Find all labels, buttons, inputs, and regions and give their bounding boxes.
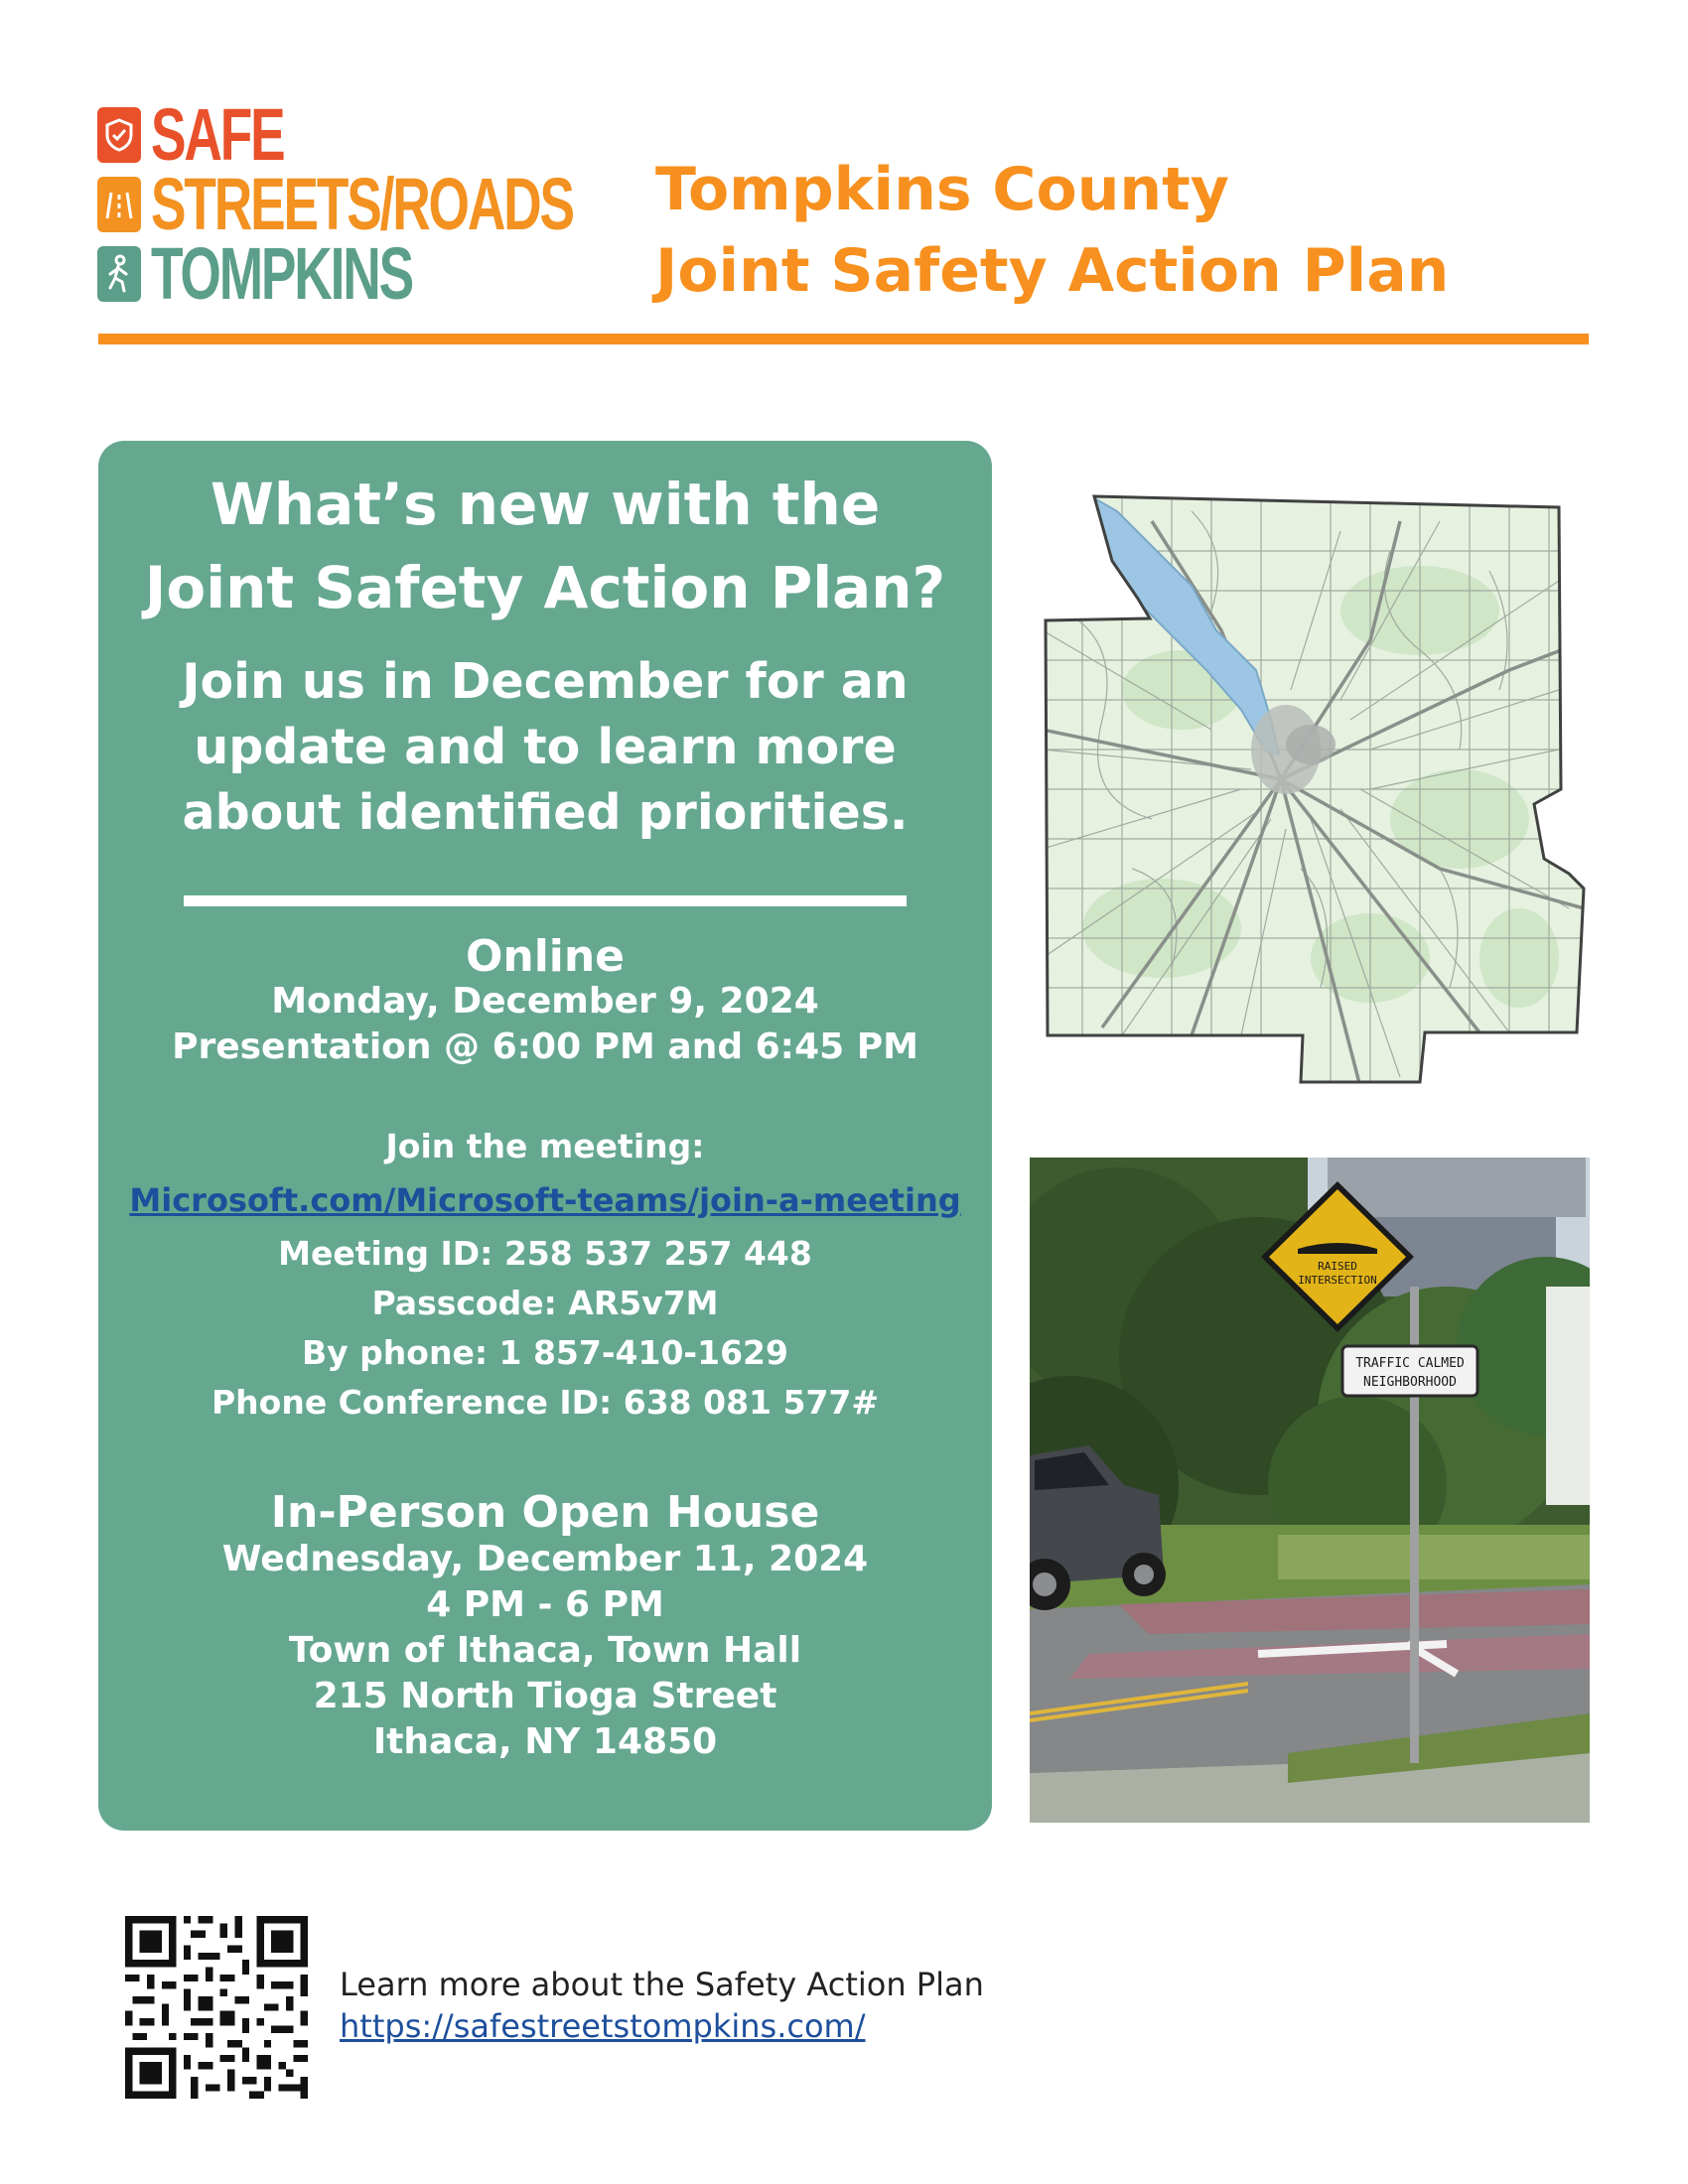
logo-row-tompkins: TOMPKINS [97, 232, 513, 315]
sign-text-neighborhood: NEIGHBORHOOD [1363, 1375, 1457, 1390]
card-title-line-1: What’s new with the [210, 471, 881, 538]
footer-description: Learn more about the Safety Action Plan [340, 1966, 984, 2003]
card-title-line-2: Joint Safety Action Plan? [144, 554, 946, 621]
card-subtitle: Join us in December for an update and to… [98, 649, 992, 846]
logo-word-streets-roads: STREETS/ROADS [151, 163, 575, 245]
card-divider [184, 895, 907, 906]
sign-text-traffic-calmed: TRAFFIC CALMED [1355, 1356, 1465, 1371]
meeting-link-row: Microsoft.com/Microsoft-teams/join-a-mee… [98, 1175, 992, 1225]
traffic-calming-photo: RAISED INTERSECTION TRAFFIC CALMED NEIGH… [1030, 1158, 1590, 1823]
online-time: Presentation @ 6:00 PM and 6:45 PM [172, 1026, 918, 1067]
footer-info: Learn more about the Safety Action Plan … [340, 1964, 984, 2047]
phone-number: By phone: 1 857-410-1629 [302, 1333, 788, 1372]
online-heading: Online [465, 931, 626, 982]
teams-meeting-link[interactable]: Microsoft.com/Microsoft-teams/join-a-mee… [129, 1181, 960, 1219]
page-title-line-1: Tompkins County [655, 155, 1229, 224]
event-info-card: What’s new with the Joint Safety Action … [98, 441, 992, 1831]
logo-word-safe: SAFE [151, 93, 286, 176]
traffic-calmed-sign: TRAFFIC CALMED NEIGHBORHOOD [1340, 1344, 1479, 1398]
venue-name: Town of Ithaca, Town Hall [288, 1630, 802, 1671]
sign-text-intersection: INTERSECTION [1298, 1274, 1376, 1287]
in-person-heading: In-Person Open House [270, 1487, 820, 1538]
shield-icon [97, 107, 141, 163]
county-map [1043, 491, 1595, 1087]
in-person-time: 4 PM - 6 PM [426, 1584, 664, 1625]
qr-code[interactable] [125, 1916, 308, 2099]
pedestrian-icon [97, 246, 141, 302]
logo-word-tompkins: TOMPKINS [151, 232, 414, 315]
meeting-id: Meeting ID: 258 537 257 448 [278, 1234, 812, 1273]
card-subtitle-line-2: update and to learn more [194, 719, 897, 775]
conference-id: Phone Conference ID: 638 081 577# [211, 1383, 880, 1422]
card-subtitle-line-3: about identified priorities. [182, 784, 909, 841]
page-title-line-2: Joint Safety Action Plan [655, 236, 1450, 306]
join-label: Join the meeting: [385, 1127, 705, 1165]
in-person-date: Wednesday, December 11, 2024 [221, 1539, 869, 1579]
venue-street: 215 North Tioga Street [313, 1676, 777, 1716]
card-subtitle-line-1: Join us in December for an [182, 653, 909, 710]
road-icon [97, 177, 141, 232]
website-link[interactable]: https://safestreetstompkins.com/ [340, 2007, 865, 2045]
safe-streets-logo: SAFE STREETS/ROADS TOMPKINS [97, 93, 614, 316]
online-date: Monday, December 9, 2024 [271, 981, 819, 1022]
card-title: What’s new with the Joint Safety Action … [98, 463, 992, 629]
page-title: Tompkins County Joint Safety Action Plan [655, 149, 1609, 312]
sign-text-raised: RAISED [1318, 1260, 1357, 1273]
venue-city: Ithaca, NY 14850 [372, 1721, 718, 1762]
logo-row-safe: SAFE [97, 93, 335, 176]
logo-row-streets: STREETS/ROADS [97, 163, 737, 245]
header-divider [98, 334, 1589, 344]
passcode: Passcode: AR5v7M [371, 1284, 719, 1322]
